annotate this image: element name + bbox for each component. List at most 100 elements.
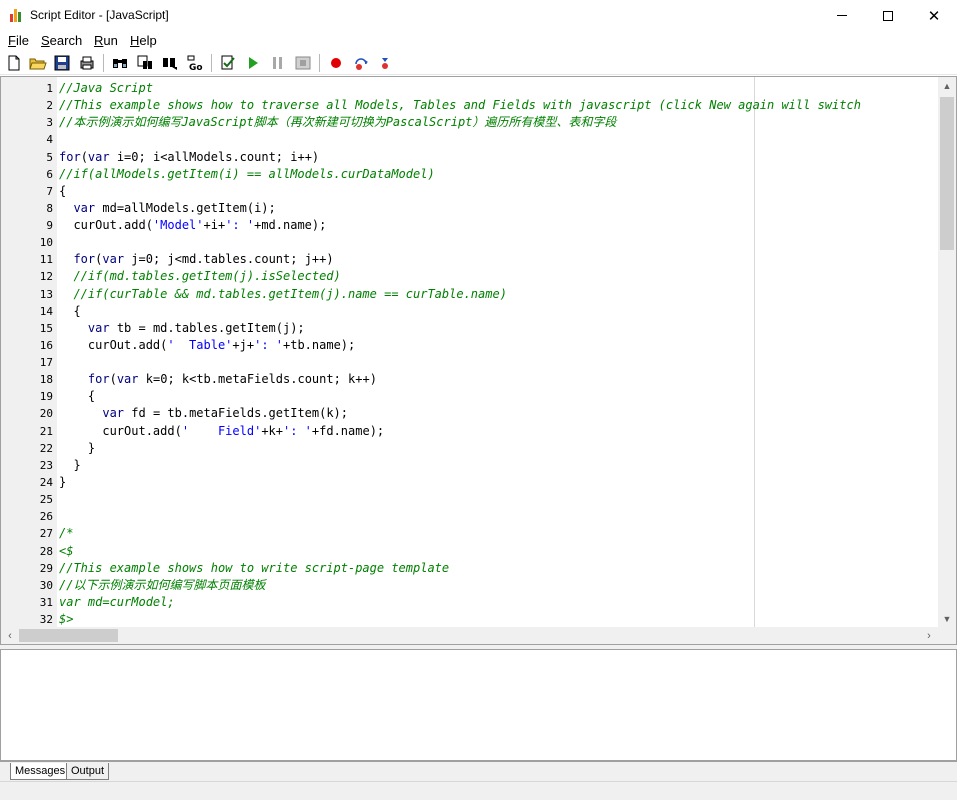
code-token: for [59,150,81,164]
code-line-text: <$ [59,543,73,560]
line-number: 19 [39,390,53,403]
code-token: //This example shows how to write script… [59,561,450,575]
line-number: 5 [46,151,53,164]
line-number: 22 [39,442,53,455]
step-into-icon [355,58,368,70]
line-number: 18 [39,373,53,386]
code-line-text: for(var k=0; k<tb.metaFields.count; k++) [59,371,377,388]
code-token: curOut.add( [59,218,153,232]
code-line-text: curOut.add('Model'+i+': '+md.name); [59,217,326,234]
menu-run-hotkey: R [94,33,104,48]
goto-line-icon: Go [187,55,203,71]
pause-icon [273,57,282,69]
code-token: k= [138,372,161,386]
vertical-scrollbar[interactable]: ▲ ▼ [938,77,956,627]
code-token: ' Field' [181,424,262,438]
scroll-down-arrow-icon[interactable]: ▼ [938,610,956,627]
open-folder-icon [29,58,47,70]
breakpoint-button[interactable] [326,53,346,73]
tab-messages[interactable]: Messages [10,763,71,780]
code-line-text: } [59,457,81,474]
menu-file-hotkey: F [8,33,16,48]
code-line-text: curOut.add(' Field'+k+': '+fd.name); [59,423,384,440]
window-title: Script Editor - [JavaScript] [30,8,169,22]
stop-button[interactable] [293,53,313,73]
save-icon [54,55,70,71]
line-number: 3 [46,116,53,129]
menu-search[interactable]: Search [41,33,82,48]
toolbar-separator [103,54,104,72]
run-icon [249,57,258,69]
line-number: 20 [39,407,53,420]
code-token: } [59,475,67,489]
toolbar-separator [319,54,320,72]
code-token: } [59,458,81,472]
code-token: tb = md.tables.getItem(j); [109,321,305,335]
run-button[interactable] [243,53,263,73]
code-token: { [59,184,67,198]
minimize-button[interactable] [819,0,865,31]
find-button[interactable] [110,53,130,73]
code-editor[interactable]: 1 2 3 4 5 6 7 8 9 10 11 12 13 14 15 16 17 18 19 20 21 22 23 24 2… [0,76,957,645]
open-button[interactable] [28,53,48,73]
code-token: fd = tb.metaFields.getItem(k); [124,406,349,420]
code-token: //本示例演示如何编写JavaScript脚本（再次新建可切换为PascalSc… [59,115,617,129]
replace-button[interactable] [135,53,155,73]
code-line-text: //本示例演示如何编写JavaScript脚本（再次新建可切换为PascalSc… [59,114,616,131]
code-area[interactable]: //Java Script //This example shows how to… [57,77,938,627]
check-syntax-button[interactable] [218,53,238,73]
code-line-text: curOut.add(' Table'+j+': '+tb.name); [59,337,355,354]
code-token: ' Table' [167,338,233,352]
line-number: 26 [39,510,53,523]
code-token: //if(allModels.getItem(i) == allModels.c… [59,167,435,181]
code-token: curOut.add( [59,338,168,352]
scrollbar-corner [938,627,956,644]
vertical-scroll-thumb[interactable] [940,97,954,250]
scroll-right-arrow-icon[interactable]: › [920,627,938,644]
menu-help[interactable]: Help [130,33,157,48]
code-token: var [87,321,110,335]
pause-button[interactable] [268,53,288,73]
line-number: 21 [39,425,53,438]
code-token: +k+ [261,424,283,438]
maximize-button[interactable] [865,0,911,31]
code-token: for [87,372,110,386]
menu-help-hotkey: H [130,33,140,48]
code-token: j= [124,252,146,266]
bottom-tabs-bar: Messages Output [0,761,957,781]
code-token: ( [109,372,117,386]
find-next-button[interactable] [160,53,180,73]
code-token: ( [80,150,88,164]
code-token: /* [59,526,74,540]
line-number: 1 [46,82,53,95]
print-button[interactable] [77,53,97,73]
horizontal-scroll-thumb[interactable] [19,629,118,642]
menu-run[interactable]: Run [94,33,118,48]
menu-file[interactable]: File [8,33,29,48]
line-number: 6 [46,168,53,181]
code-token: +j+ [232,338,255,352]
scroll-left-arrow-icon[interactable]: ‹ [1,627,19,644]
messages-pane[interactable] [0,649,957,761]
step-over-button[interactable] [375,53,395,73]
new-file-button[interactable] [4,53,24,73]
close-icon: ✕ [927,7,941,25]
line-number: 16 [39,339,53,352]
goto-line-button[interactable]: Go [185,53,205,73]
tab-output[interactable]: Output [66,763,110,780]
line-number: 11 [39,253,53,266]
code-line-text: for(var i=0; i<allModels.count; i++) [59,149,319,166]
line-number: 28 [39,545,53,558]
code-line-text: var fd = tb.metaFields.getItem(k); [59,405,348,422]
step-into-button[interactable] [351,53,371,73]
menu-search-label: earch [49,33,83,48]
line-number: 29 [39,562,53,575]
line-number: 12 [39,270,53,283]
line-number: 4 [46,133,53,146]
save-button[interactable] [52,53,72,73]
code-token: } [59,441,96,455]
scroll-up-arrow-icon[interactable]: ▲ [938,77,956,94]
horizontal-scrollbar[interactable]: ‹ › [1,627,938,644]
close-button[interactable]: ✕ [911,0,957,31]
